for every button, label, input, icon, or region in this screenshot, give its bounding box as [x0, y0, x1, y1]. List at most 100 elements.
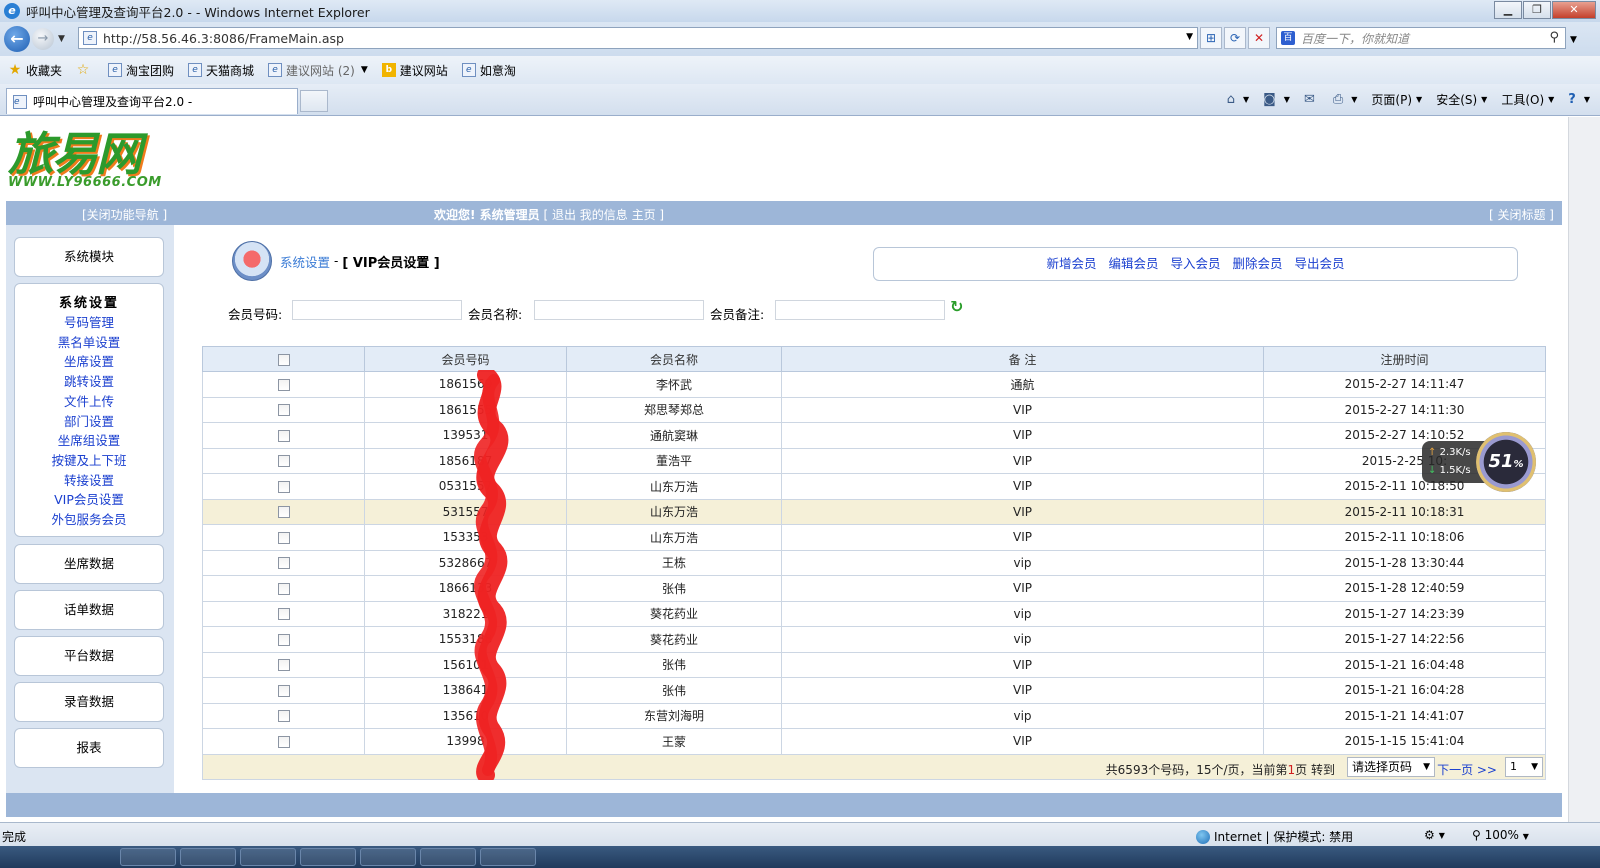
table-row[interactable]: 13998 王蒙 VIP 2015-1-15 15:41:04 — [202, 728, 1546, 755]
export-member-button[interactable]: 导出会员 — [1294, 256, 1344, 271]
fav-taobao[interactable]: e 淘宝团购 — [108, 62, 174, 79]
row-checkbox[interactable] — [277, 480, 290, 493]
close-window-button[interactable]: ✕ — [1552, 1, 1596, 19]
edit-member-button[interactable]: 编辑会员 — [1108, 256, 1158, 271]
zoom-control[interactable]: ⚲ 100% ▼ — [1472, 828, 1529, 842]
search-options-icon[interactable]: ▼ — [1570, 35, 1577, 45]
taskbar-item[interactable] — [360, 848, 416, 866]
table-row[interactable]: 1866133 张伟 VIP 2015-1-28 12:40:59 — [202, 575, 1546, 602]
nav-number-management[interactable]: 号码管理 — [15, 313, 163, 333]
nav-platform-data[interactable]: 平台数据 — [14, 636, 164, 676]
refresh-icon[interactable]: ⟳ — [1224, 27, 1246, 49]
help-button[interactable]: ? ▼ — [1568, 92, 1590, 107]
nav-call-data[interactable]: 话单数据 — [14, 590, 164, 630]
header-time[interactable]: 注册时间 — [1263, 346, 1546, 372]
fav-bing-suggested[interactable]: b 建议网站 — [381, 62, 448, 79]
print-button[interactable]: ⎙ ▼ — [1333, 92, 1358, 107]
taskbar-item[interactable] — [120, 848, 176, 866]
stop-icon[interactable]: ✕ — [1248, 27, 1270, 49]
table-row[interactable]: 139531 通航窦琳 VIP 2015-2-27 14:10:52 — [202, 422, 1546, 449]
header-number[interactable]: 会员号码 — [364, 346, 567, 372]
next-page-link[interactable]: 下一页 >> — [1437, 761, 1497, 778]
nav-keys-shifts[interactable]: 按键及上下班 — [15, 451, 163, 471]
address-dropdown-icon[interactable]: ▼ — [1186, 32, 1193, 42]
name-filter-input[interactable] — [534, 300, 704, 320]
address-bar[interactable]: e http://58.56.46.3:8086/FrameMain.asp ▼ — [78, 27, 1198, 49]
nav-transfer-settings[interactable]: 转接设置 — [15, 471, 163, 491]
back-button[interactable]: ← — [4, 26, 30, 52]
taskbar-item[interactable] — [480, 848, 536, 866]
nav-vip-settings[interactable]: VIP会员设置 — [15, 490, 163, 510]
close-nav-link[interactable]: [关闭功能导航 ] — [82, 206, 167, 223]
row-checkbox[interactable] — [277, 531, 290, 544]
nav-department-settings[interactable]: 部门设置 — [15, 412, 163, 432]
row-checkbox[interactable] — [277, 378, 290, 391]
vertical-scrollbar[interactable] — [1568, 117, 1600, 822]
table-row[interactable]: 1861555 郑思琴郑总 VIP 2015-2-27 14:11:30 — [202, 396, 1546, 423]
row-checkbox[interactable] — [277, 455, 290, 468]
nav-jump-settings[interactable]: 跳转设置 — [15, 372, 163, 392]
search-icon[interactable]: ⚲ — [1549, 30, 1559, 45]
forward-button[interactable]: → — [32, 28, 54, 50]
note-filter-input[interactable] — [775, 300, 945, 320]
table-row[interactable]: 1861569 李怀武 通航 2015-2-27 14:11:47 — [202, 371, 1546, 398]
new-tab-button[interactable] — [300, 90, 328, 112]
address-url[interactable]: http://58.56.46.3:8086/FrameMain.asp — [103, 31, 344, 46]
page-menu[interactable]: 页面(P) ▼ — [1371, 91, 1422, 108]
mail-button[interactable]: ✉ — [1304, 92, 1319, 107]
nav-seat-group-settings[interactable]: 坐席组设置 — [15, 431, 163, 451]
status-tools[interactable]: ⚙ ▼ — [1424, 828, 1445, 842]
nav-file-upload[interactable]: 文件上传 — [15, 392, 163, 412]
nav-record-data[interactable]: 录音数据 — [14, 682, 164, 722]
fav-tmall[interactable]: e 天猫商城 — [188, 62, 254, 79]
row-checkbox[interactable] — [277, 633, 290, 646]
taskbar-item[interactable] — [300, 848, 356, 866]
nav-report[interactable]: 报表 — [14, 728, 164, 768]
table-row[interactable]: 1856187 董浩平 VIP 2015-2-25 10: — [202, 447, 1546, 474]
safety-menu[interactable]: 安全(S) ▼ — [1436, 91, 1487, 108]
tab-current[interactable]: e 呼叫中心管理及查询平台2.0 - — [6, 88, 298, 114]
row-checkbox[interactable] — [277, 506, 290, 519]
restore-button[interactable]: ❐ — [1523, 1, 1551, 19]
fav-suggested-sites[interactable]: e 建议网站 (2) ▼ — [268, 62, 368, 79]
row-checkbox[interactable] — [277, 582, 290, 595]
import-member-button[interactable]: 导入会员 — [1170, 256, 1220, 271]
add-member-button[interactable]: 新增会员 — [1046, 256, 1096, 271]
memory-gauge[interactable]: 51% — [1476, 432, 1536, 492]
row-checkbox[interactable] — [277, 659, 290, 672]
fav-ruyitao[interactable]: e 如意淘 — [461, 62, 516, 79]
nav-seat-settings[interactable]: 坐席设置 — [15, 352, 163, 372]
row-checkbox[interactable] — [277, 404, 290, 417]
number-filter-input[interactable] — [292, 300, 462, 320]
row-checkbox[interactable] — [277, 557, 290, 570]
history-dropdown-icon[interactable]: ▼ — [58, 34, 65, 44]
row-checkbox[interactable] — [277, 429, 290, 442]
page-select[interactable]: 请选择页码 ▼ — [1347, 757, 1435, 777]
search-refresh-icon[interactable]: ↻ — [950, 297, 963, 316]
page-number-select[interactable]: 1 ▼ — [1505, 757, 1543, 777]
table-row[interactable]: 135610 东营刘海明 vip 2015-1-21 14:41:07 — [202, 702, 1546, 729]
taskbar-item[interactable] — [420, 848, 476, 866]
row-checkbox[interactable] — [277, 608, 290, 621]
nav-system-modules[interactable]: 系统模块 — [14, 237, 164, 277]
home-button[interactable]: ⌂ ▼ — [1227, 92, 1249, 107]
header-name[interactable]: 会员名称 — [566, 346, 782, 372]
table-row[interactable]: 318221 葵花药业 vip 2015-1-27 14:23:39 — [202, 600, 1546, 627]
minimize-button[interactable]: ▁ — [1494, 1, 1522, 19]
table-row[interactable]: 138641 张伟 VIP 2015-1-21 16:04:28 — [202, 677, 1546, 704]
taskbar-item[interactable] — [180, 848, 236, 866]
table-row[interactable]: 153353 山东万浩 VIP 2015-2-11 10:18:06 — [202, 524, 1546, 551]
search-box[interactable]: 百 百度一下，你就知道 ⚲ — [1276, 27, 1566, 49]
nav-seat-data[interactable]: 坐席数据 — [14, 544, 164, 584]
table-row[interactable]: 0531557 山东万浩 VIP 2015-2-11 10:18:50 — [202, 473, 1546, 500]
table-row[interactable]: 1553188 葵花药业 vip 2015-1-27 14:22:56 — [202, 626, 1546, 653]
select-all-checkbox[interactable] — [277, 353, 290, 366]
add-favorite-button[interactable]: ☆ — [76, 63, 94, 77]
tools-menu[interactable]: 工具(O) ▼ — [1501, 91, 1554, 108]
nav-blacklist[interactable]: 黑名单设置 — [15, 333, 163, 353]
feeds-button[interactable]: ◙ ▼ — [1263, 92, 1290, 107]
row-checkbox[interactable] — [277, 710, 290, 723]
user-links[interactable]: [ 退出 我的信息 主页 ] — [543, 208, 664, 222]
nav-outsourced-members[interactable]: 外包服务会员 — [15, 510, 163, 530]
close-title-link[interactable]: [ 关闭标题 ] — [1489, 206, 1554, 223]
